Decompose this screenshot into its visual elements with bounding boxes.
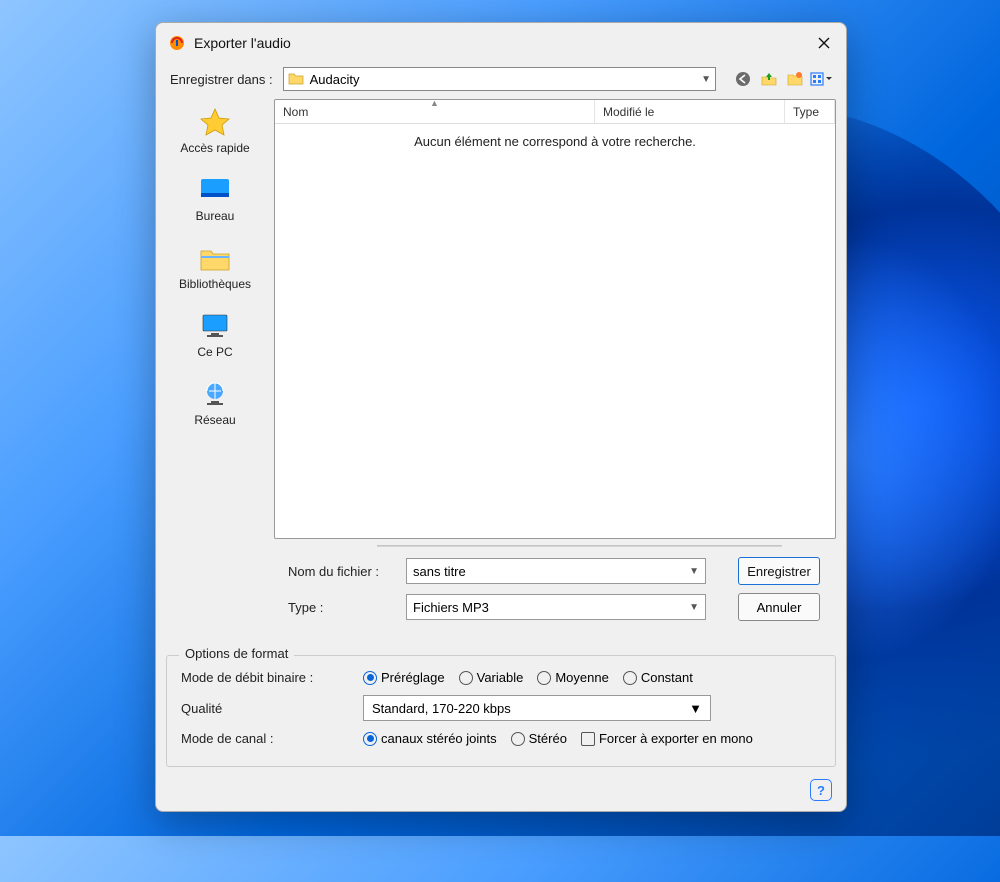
view-menu-icon [810,70,832,88]
chevron-down-icon: ▼ [689,701,702,716]
save-in-row: Enregistrer dans : Audacity ▼ [156,61,846,99]
quality-label: Qualité [181,701,349,716]
place-label: Bureau [196,209,235,223]
radio-label: Variable [477,670,524,685]
filelist-wrap: Nom ▲ Modifié le Type Aucun élément ne c… [274,99,846,641]
file-list[interactable]: Nom ▲ Modifié le Type Aucun élément ne c… [274,99,836,539]
place-libraries[interactable]: Bibliothèques [156,239,274,295]
radio-average[interactable]: Moyenne [537,670,608,685]
place-label: Bibliothèques [179,277,251,291]
place-quick-access[interactable]: Accès rapide [156,103,274,159]
star-icon [197,107,233,137]
place-label: Accès rapide [180,141,249,155]
body-row: Accès rapide Bureau Bibliothèques Ce PC [156,99,846,641]
sort-indicator-icon: ▲ [430,98,439,108]
places-bar: Accès rapide Bureau Bibliothèques Ce PC [156,99,274,641]
column-modified[interactable]: Modifié le [595,100,785,123]
cancel-button[interactable]: Annuler [738,593,820,621]
radio-preset[interactable]: Préréglage [363,670,445,685]
quality-combo[interactable]: Standard, 170-220 kbps ▼ [363,695,711,721]
quality-value: Standard, 170-220 kbps [372,701,511,716]
audacity-icon [168,34,186,52]
column-modified-label: Modifié le [603,105,654,119]
type-label: Type : [282,600,390,615]
cancel-button-label: Annuler [757,600,802,615]
place-this-pc[interactable]: Ce PC [156,307,274,363]
help-button[interactable]: ? [810,779,832,801]
bitrate-mode-label: Mode de débit binaire : [181,670,349,685]
thispc-icon [197,311,233,341]
save-in-label: Enregistrer dans : [170,72,273,87]
chevron-down-icon: ▼ [689,602,699,613]
place-desktop[interactable]: Bureau [156,171,274,227]
list-body: Aucun élément ne correspond à votre rech… [275,124,835,538]
file-fields: Nom du fichier : sans titre ▼ Enregistre… [274,547,836,633]
channel-mode-label: Mode de canal : [181,731,349,746]
save-button-label: Enregistrer [747,564,811,579]
radio-joint-stereo[interactable]: canaux stéréo joints [363,731,497,746]
check-force-mono[interactable]: Forcer à exporter en mono [581,731,753,746]
view-menu-button[interactable] [810,68,832,90]
up-folder-icon [760,70,778,88]
close-icon [817,36,831,50]
chevron-down-icon: ▼ [701,74,711,85]
place-label: Ce PC [197,345,232,359]
network-icon [197,379,233,409]
desktop-icon [197,175,233,205]
titlebar: Exporter l'audio [156,23,846,61]
radio-variable[interactable]: Variable [459,670,524,685]
radio-label: Constant [641,670,693,685]
radio-constant[interactable]: Constant [623,670,693,685]
chevron-down-icon: ▼ [689,566,699,577]
help-row: ? [156,775,846,811]
back-icon [734,70,752,88]
column-name-label: Nom [283,105,308,119]
folder-icon [288,71,304,87]
close-button[interactable] [812,31,836,55]
bitrate-mode-row: Mode de débit binaire : Préréglage Varia… [181,670,821,685]
filename-label: Nom du fichier : [282,564,390,579]
radio-stereo[interactable]: Stéréo [511,731,567,746]
column-name[interactable]: Nom ▲ [275,100,595,123]
type-value: Fichiers MP3 [413,600,489,615]
window-title: Exporter l'audio [194,35,812,51]
location-text: Audacity [310,72,701,87]
up-button[interactable] [758,68,780,90]
channel-mode-row: Mode de canal : canaux stéréo joints Sté… [181,731,821,746]
format-legend: Options de format [179,646,294,661]
format-options-group: Options de format Mode de débit binaire … [166,655,836,767]
place-network[interactable]: Réseau [156,375,274,431]
radio-label: Préréglage [381,670,445,685]
nav-toolbar [732,68,832,90]
filename-input[interactable]: sans titre ▼ [406,558,706,584]
libraries-icon [197,243,233,273]
quality-row: Qualité Standard, 170-220 kbps ▼ [181,695,821,721]
save-button[interactable]: Enregistrer [738,557,820,585]
type-combo[interactable]: Fichiers MP3 ▼ [406,594,706,620]
empty-message: Aucun élément ne correspond à votre rech… [275,124,835,159]
filename-value: sans titre [413,564,466,579]
list-header: Nom ▲ Modifié le Type [275,100,835,124]
help-icon: ? [817,783,825,798]
new-folder-icon [786,70,804,88]
check-label: Forcer à exporter en mono [599,731,753,746]
column-type[interactable]: Type [785,100,835,123]
place-label: Réseau [194,413,235,427]
location-combo[interactable]: Audacity ▼ [283,67,716,91]
radio-label: Stéréo [529,731,567,746]
column-type-label: Type [793,105,819,119]
radio-label: canaux stéréo joints [381,731,497,746]
back-button[interactable] [732,68,754,90]
export-audio-dialog: Exporter l'audio Enregistrer dans : Auda… [155,22,847,812]
new-folder-button[interactable] [784,68,806,90]
radio-label: Moyenne [555,670,608,685]
